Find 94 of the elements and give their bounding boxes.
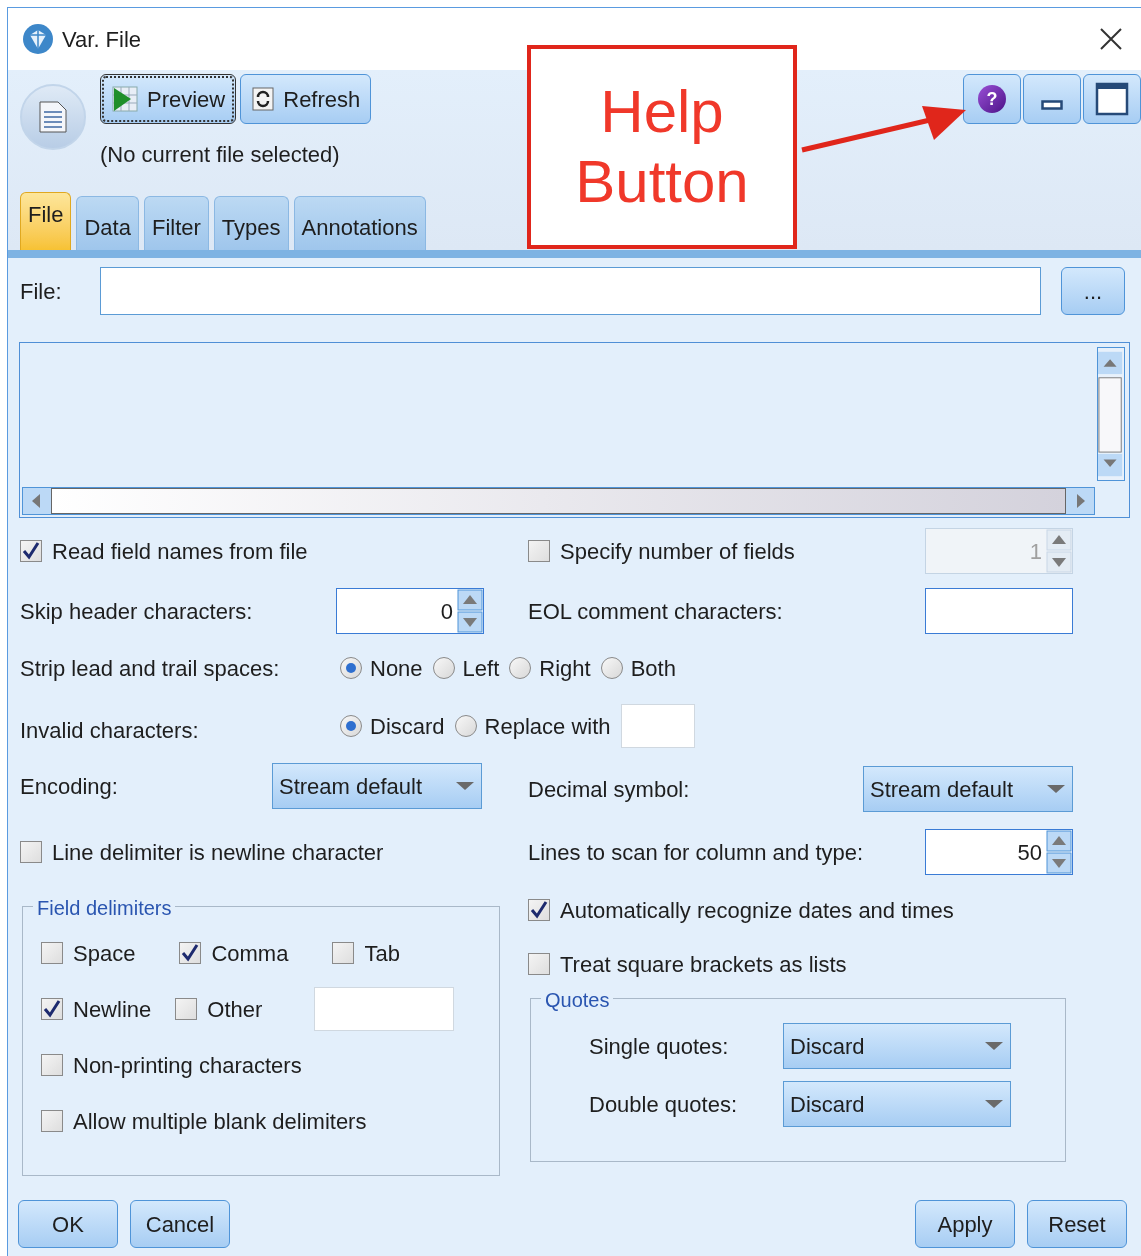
dialog-button[interactable]: Reset [1027, 1200, 1127, 1248]
caret-icon [1046, 784, 1066, 794]
checkbox-label: Specify number of fields [560, 537, 795, 566]
checkbox-label: Allow multiple blank delimiters [73, 1107, 367, 1136]
checkbox[interactable] [175, 998, 198, 1020]
checkbox-label: Comma [211, 939, 289, 968]
radio-button[interactable] [600, 657, 623, 679]
spinner-value: 50 [1016, 838, 1043, 867]
checkbox-label: Line delimiter is newline character [52, 838, 384, 867]
tab[interactable]: File [20, 192, 72, 250]
dropdown[interactable]: Discard [783, 1023, 1011, 1069]
spinner-arrows-icon [1046, 830, 1072, 874]
tab[interactable]: Filter [143, 196, 209, 250]
field-label: Encoding: [20, 772, 119, 801]
annotation-text: Help Button [574, 77, 750, 217]
file-field[interactable] [100, 267, 1041, 315]
minimize-button[interactable] [1023, 74, 1081, 124]
preview-button[interactable]: Preview [100, 74, 237, 124]
radio-button[interactable] [432, 657, 455, 679]
dialog-button[interactable]: OK [18, 1200, 118, 1248]
checkbox[interactable] [179, 942, 202, 964]
maximize-button[interactable] [1083, 74, 1141, 124]
checkbox[interactable] [528, 953, 550, 975]
radio-button[interactable] [454, 715, 477, 737]
dialog-button[interactable]: Apply [915, 1200, 1015, 1248]
radio-label: Both [630, 654, 676, 683]
check-icon [180, 943, 201, 963]
checkbox[interactable] [41, 1054, 63, 1076]
caret-icon [455, 781, 475, 791]
field-label: Decimal symbol: [528, 775, 690, 804]
dropdown[interactable]: Stream default [272, 763, 482, 809]
checkbox[interactable] [41, 998, 63, 1020]
play-icon [111, 85, 139, 113]
app-icon [22, 23, 54, 55]
checkbox[interactable] [332, 942, 355, 964]
checkbox[interactable] [41, 1110, 63, 1132]
radio-label: Discard [370, 712, 445, 741]
checkbox-label: Space [73, 939, 136, 968]
radio-button[interactable] [340, 715, 362, 737]
checkbox-label: Newline [73, 995, 152, 1024]
radio-label: Left [462, 654, 500, 683]
checkbox[interactable] [41, 942, 63, 964]
status-text: (No current file selected) [100, 141, 341, 169]
minimize-icon [1041, 100, 1063, 110]
window-title: Var. File [62, 25, 142, 54]
caret-icon [984, 1099, 1004, 1109]
field-label: Double quotes: [589, 1090, 738, 1119]
dialog-button[interactable]: Cancel [130, 1200, 230, 1248]
checkbox[interactable] [528, 899, 550, 921]
checkbox-label: Non-printing characters [73, 1051, 302, 1080]
check-icon [42, 999, 62, 1019]
tab[interactable]: Types [213, 196, 289, 250]
field-label: EOL comment characters: [528, 597, 783, 626]
check-icon [529, 900, 549, 920]
radio-label: Right [539, 654, 591, 683]
checkbox-label: Other [207, 995, 263, 1024]
spinner-value: 0 [439, 597, 454, 626]
caret-icon [984, 1041, 1004, 1051]
field-label: Skip header characters: [20, 597, 254, 626]
close-icon [1099, 27, 1123, 51]
input-field[interactable] [925, 588, 1073, 634]
dropdown[interactable]: Stream default [863, 766, 1073, 812]
number-spinner[interactable]: 50 [925, 829, 1073, 875]
tab[interactable]: Data [76, 196, 139, 250]
tab[interactable]: Annotations [293, 196, 426, 250]
checkbox[interactable] [20, 841, 42, 863]
field-label: Lines to scan for column and type: [528, 838, 864, 867]
checkbox-label: Treat square brackets as lists [560, 950, 847, 979]
checkbox-label: Read field names from file [52, 537, 308, 566]
spinner-arrows-icon [457, 589, 483, 633]
refresh-button[interactable]: Refresh [240, 74, 372, 124]
field-label: Single quotes: [589, 1032, 730, 1061]
check-icon [21, 541, 41, 561]
number-spinner[interactable]: 0 [336, 588, 484, 634]
radio-button[interactable] [340, 657, 362, 679]
spinner-arrows-icon [1046, 529, 1072, 573]
help-button[interactable]: ? [963, 74, 1021, 124]
dropdown[interactable]: Discard [783, 1081, 1011, 1127]
radio-button[interactable] [509, 657, 532, 679]
refresh-icon [251, 86, 276, 112]
field-label: Strip lead and trail spaces: [20, 654, 281, 683]
help-icon: ? [978, 85, 1006, 113]
field-label: File: [20, 277, 63, 306]
radio-label: Replace with [484, 712, 611, 741]
browse-button[interactable]: ... [1061, 267, 1125, 315]
scroll-left-icon [23, 488, 51, 514]
spinner-value: 1 [1028, 537, 1043, 566]
checkbox-label: Tab [364, 939, 400, 968]
scroll-right-icon [1066, 488, 1094, 514]
checkbox-label: Automatically recognize dates and times [560, 896, 954, 925]
maximize-icon [1095, 82, 1129, 116]
checkbox[interactable] [20, 540, 42, 562]
radio-label: None [370, 654, 423, 683]
field-label: Invalid characters: [20, 716, 200, 745]
